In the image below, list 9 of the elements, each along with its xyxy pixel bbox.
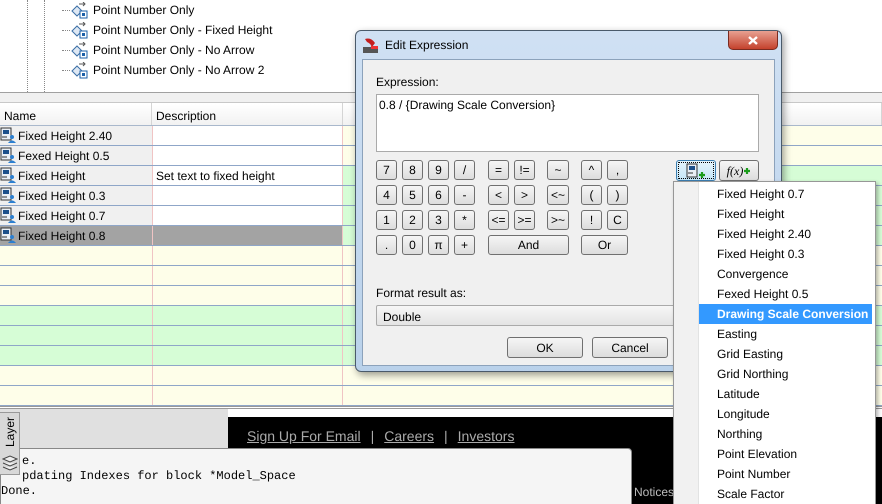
command-line: Done.	[1, 484, 38, 499]
field-label: Expression:	[376, 74, 440, 91]
link-separator: |	[444, 427, 448, 446]
link-separator: |	[370, 427, 374, 446]
cell-text: Set text to fixed height	[156, 168, 275, 184]
command-line: e.	[22, 454, 38, 469]
field-label: Format result as:	[376, 285, 466, 302]
command-line: pdating Indexes for block *Model_Space	[22, 469, 297, 484]
dialog-title: Edit Expression	[385, 37, 468, 54]
